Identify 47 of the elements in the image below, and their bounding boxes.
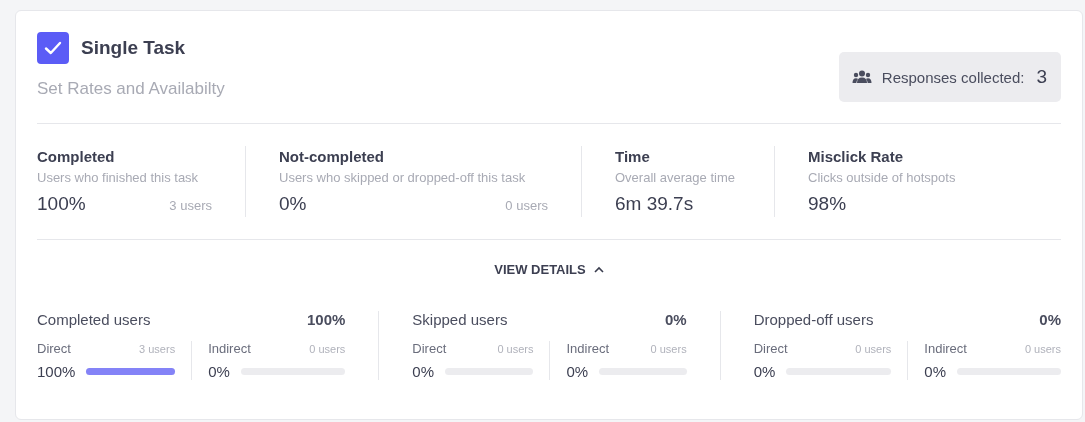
chevron-icon: [593, 266, 604, 273]
checkbox[interactable]: [37, 32, 69, 64]
item-users: 0 users: [855, 343, 892, 355]
responses-count: 3: [1036, 66, 1047, 88]
group-value: 0%: [664, 311, 687, 328]
item-value: 100%: [37, 363, 76, 380]
stat-value: 6m 39.7s: [615, 193, 694, 215]
stat-title: Misclick Rate: [808, 148, 905, 165]
item-users: 0 users: [497, 343, 534, 355]
item-label: Indirect: [208, 341, 251, 356]
group-value: 100%: [306, 311, 346, 328]
item-users: 0 users: [309, 343, 346, 355]
item-users: 0 users: [650, 343, 687, 355]
view-details-button[interactable]: VIEW DETAILS: [494, 262, 604, 277]
task-title: Single Task: [81, 37, 186, 59]
stat-description: Clicks outside of hotspots: [808, 170, 957, 185]
item-users: 0 users: [1024, 343, 1061, 355]
item-value: 0%: [566, 363, 589, 380]
item-label: Indirect: [924, 341, 967, 356]
check-icon: [44, 41, 62, 55]
users-icon: [851, 70, 872, 84]
stat-title: Completed: [37, 148, 116, 165]
item-label: Direct: [37, 341, 71, 356]
stat-description: Users who finished this task: [37, 170, 200, 185]
stat-users: 3 users: [169, 198, 212, 213]
stat-title: Time: [615, 148, 651, 165]
stat-title: Not-completed: [279, 148, 385, 165]
stat-value: 100%: [37, 193, 86, 215]
stat-value: 98%: [808, 193, 847, 215]
item-label: Direct: [412, 341, 447, 356]
task-subtitle: Set Rates and Availabilty: [37, 79, 225, 99]
group-value: 0%: [1039, 311, 1061, 328]
stat-value: 0%: [279, 193, 307, 215]
item-label: Indirect: [566, 341, 610, 356]
item-value: 0%: [208, 363, 230, 380]
item-value: 0%: [412, 363, 434, 380]
group-title: Completed users: [37, 311, 151, 328]
responses-label: Responses collected:: [881, 68, 1025, 86]
item-label: Direct: [753, 341, 788, 356]
item-users: 3 users: [139, 343, 176, 355]
stat-users: 0 users: [505, 198, 548, 213]
item-value: 0%: [924, 363, 946, 380]
stat-description: Users who skipped or dropped-off this task: [279, 170, 527, 185]
item-value: 0%: [753, 363, 776, 380]
stat-description: Overall average time: [615, 170, 736, 185]
group-title: Skipped users: [412, 311, 508, 328]
group-title: Dropped-off users: [753, 311, 874, 328]
